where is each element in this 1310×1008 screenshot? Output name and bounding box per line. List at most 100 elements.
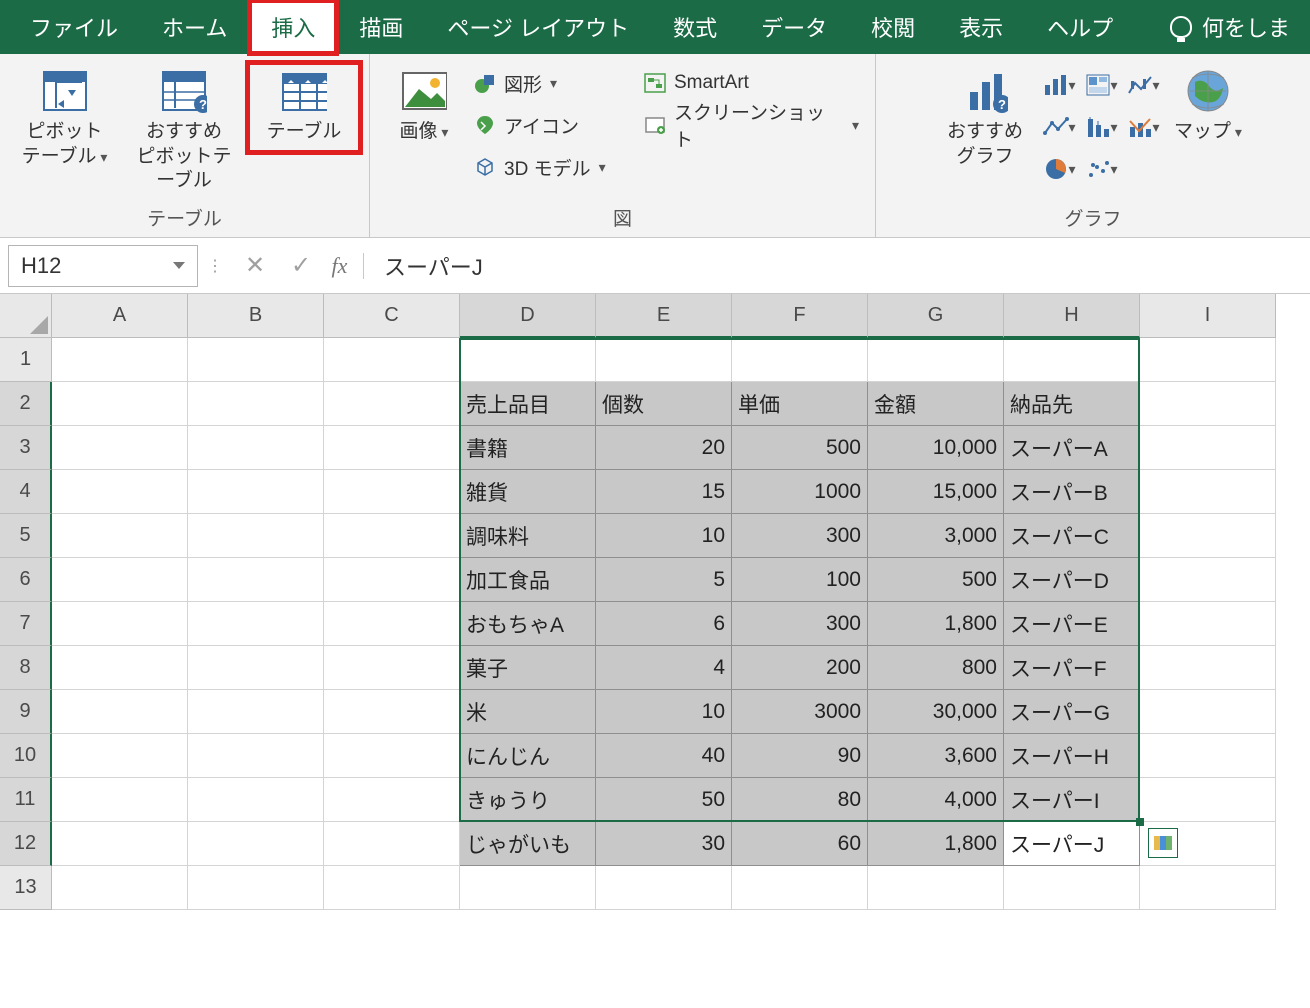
tab-home[interactable]: ホーム — [140, 0, 249, 54]
cell-B2[interactable] — [188, 382, 324, 426]
row-header-12[interactable]: 12 — [0, 822, 52, 866]
cell-G10[interactable]: 3,600 — [868, 734, 1004, 778]
tab-file[interactable]: ファイル — [8, 0, 140, 54]
tab-draw[interactable]: 描画 — [337, 0, 425, 54]
cell-C10[interactable] — [324, 734, 460, 778]
cell-A8[interactable] — [52, 646, 188, 690]
cell-I8[interactable] — [1140, 646, 1276, 690]
cell-A7[interactable] — [52, 602, 188, 646]
cell-E12[interactable]: 30 — [596, 822, 732, 866]
cell-D5[interactable]: 調味料 — [460, 514, 596, 558]
cell-C7[interactable] — [324, 602, 460, 646]
column-header-I[interactable]: I — [1140, 294, 1276, 338]
cell-I3[interactable] — [1140, 426, 1276, 470]
column-header-F[interactable]: F — [732, 294, 868, 338]
cell-E2[interactable]: 個数 — [596, 382, 732, 426]
cell-C2[interactable] — [324, 382, 460, 426]
cell-E13[interactable] — [596, 866, 732, 910]
column-header-D[interactable]: D — [460, 294, 596, 338]
formula-input[interactable]: スーパーJ — [374, 245, 1302, 287]
cell-B8[interactable] — [188, 646, 324, 690]
cell-G6[interactable]: 500 — [868, 558, 1004, 602]
row-header-6[interactable]: 6 — [0, 558, 52, 602]
cell-F12[interactable]: 60 — [732, 822, 868, 866]
stock-chart-button[interactable] — [1126, 68, 1160, 102]
selection-fill-handle[interactable] — [1136, 818, 1144, 826]
pivot-table-button[interactable]: ピボットテーブル — [10, 64, 119, 175]
cell-A5[interactable] — [52, 514, 188, 558]
cell-C11[interactable] — [324, 778, 460, 822]
insert-function-button[interactable]: fx — [324, 253, 364, 279]
cell-C3[interactable] — [324, 426, 460, 470]
cell-F6[interactable]: 100 — [732, 558, 868, 602]
cell-H10[interactable]: スーパーH — [1004, 734, 1140, 778]
row-header-9[interactable]: 9 — [0, 690, 52, 734]
cell-F11[interactable]: 80 — [732, 778, 868, 822]
recommended-pivot-button[interactable]: ? おすすめ ピボットテーブル — [119, 64, 249, 200]
tab-view[interactable]: 表示 — [937, 0, 1025, 54]
cell-E9[interactable]: 10 — [596, 690, 732, 734]
cell-G9[interactable]: 30,000 — [868, 690, 1004, 734]
cell-E10[interactable]: 40 — [596, 734, 732, 778]
tab-review[interactable]: 校閲 — [849, 0, 937, 54]
cell-D12[interactable]: じゃがいも — [460, 822, 596, 866]
line-chart-button[interactable] — [1042, 110, 1076, 144]
cell-A10[interactable] — [52, 734, 188, 778]
cell-E7[interactable]: 6 — [596, 602, 732, 646]
screenshot-button[interactable]: スクリーンショット — [638, 106, 865, 144]
column-header-A[interactable]: A — [52, 294, 188, 338]
row-header-3[interactable]: 3 — [0, 426, 52, 470]
cell-B3[interactable] — [188, 426, 324, 470]
cell-H4[interactable]: スーパーB — [1004, 470, 1140, 514]
cell-H8[interactable]: スーパーF — [1004, 646, 1140, 690]
cell-F5[interactable]: 300 — [732, 514, 868, 558]
cell-D4[interactable]: 雑貨 — [460, 470, 596, 514]
cell-F9[interactable]: 3000 — [732, 690, 868, 734]
combo-chart-button[interactable] — [1126, 110, 1160, 144]
cell-C12[interactable] — [324, 822, 460, 866]
cell-I9[interactable] — [1140, 690, 1276, 734]
cell-G2[interactable]: 金額 — [868, 382, 1004, 426]
cell-A11[interactable] — [52, 778, 188, 822]
row-header-11[interactable]: 11 — [0, 778, 52, 822]
cell-I1[interactable] — [1140, 338, 1276, 382]
cell-G11[interactable]: 4,000 — [868, 778, 1004, 822]
cell-G3[interactable]: 10,000 — [868, 426, 1004, 470]
cell-A2[interactable] — [52, 382, 188, 426]
cell-H3[interactable]: スーパーA — [1004, 426, 1140, 470]
cell-H2[interactable]: 納品先 — [1004, 382, 1140, 426]
tab-formulas[interactable]: 数式 — [651, 0, 739, 54]
cell-H9[interactable]: スーパーG — [1004, 690, 1140, 734]
cell-A6[interactable] — [52, 558, 188, 602]
tab-help[interactable]: ヘルプ — [1025, 0, 1135, 54]
cell-F13[interactable] — [732, 866, 868, 910]
cell-F2[interactable]: 単価 — [732, 382, 868, 426]
cell-D1[interactable] — [460, 338, 596, 382]
cell-D8[interactable]: 菓子 — [460, 646, 596, 690]
cell-C13[interactable] — [324, 866, 460, 910]
cell-F8[interactable]: 200 — [732, 646, 868, 690]
name-box[interactable]: H12 — [8, 245, 198, 287]
cell-E1[interactable] — [596, 338, 732, 382]
cell-D13[interactable] — [460, 866, 596, 910]
statistic-chart-button[interactable] — [1084, 110, 1118, 144]
cell-I6[interactable] — [1140, 558, 1276, 602]
recommended-charts-button[interactable]: ? おすすめ グラフ — [936, 64, 1034, 175]
cell-I13[interactable] — [1140, 866, 1276, 910]
cell-F3[interactable]: 500 — [732, 426, 868, 470]
cell-A13[interactable] — [52, 866, 188, 910]
cell-D11[interactable]: きゅうり — [460, 778, 596, 822]
column-header-E[interactable]: E — [596, 294, 732, 338]
tab-pagelayout[interactable]: ページ レイアウト — [425, 0, 651, 54]
cell-G5[interactable]: 3,000 — [868, 514, 1004, 558]
cell-D2[interactable]: 売上品目 — [460, 382, 596, 426]
column-header-B[interactable]: B — [188, 294, 324, 338]
select-all-corner[interactable] — [0, 294, 52, 338]
icons-button[interactable]: アイコン — [468, 106, 638, 144]
cell-G13[interactable] — [868, 866, 1004, 910]
cell-H11[interactable]: スーパーI — [1004, 778, 1140, 822]
cell-I7[interactable] — [1140, 602, 1276, 646]
cell-C9[interactable] — [324, 690, 460, 734]
cell-E6[interactable]: 5 — [596, 558, 732, 602]
row-header-8[interactable]: 8 — [0, 646, 52, 690]
